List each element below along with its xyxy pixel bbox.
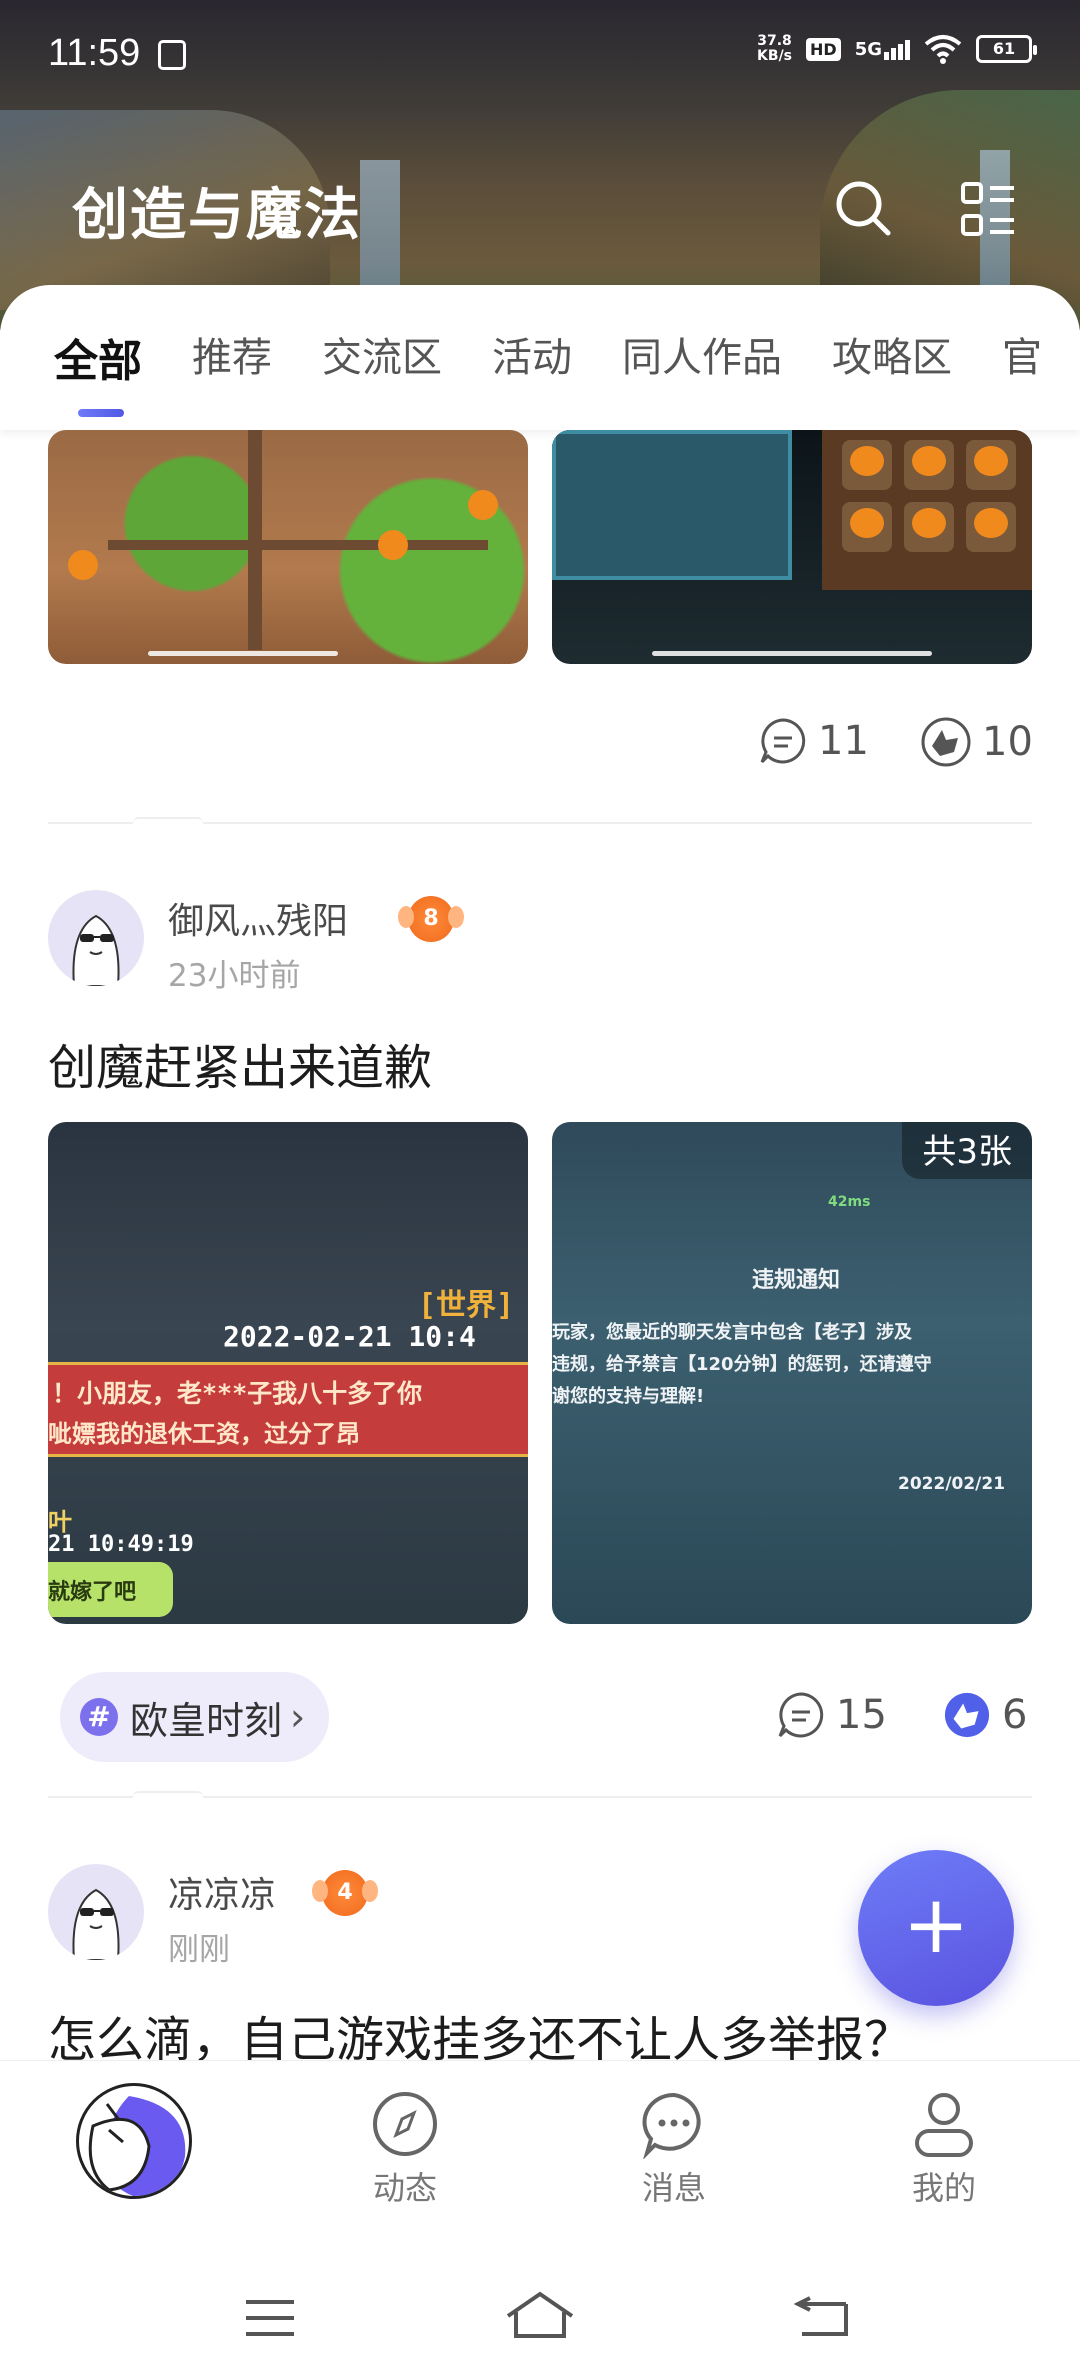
home-icon[interactable]	[504, 2290, 576, 2340]
post-divider	[48, 817, 1032, 829]
post-image[interactable]	[552, 430, 1032, 664]
tab-fan-works[interactable]: 同人作品	[622, 325, 782, 389]
world-tag: [世界]	[418, 1288, 515, 1323]
avatar-cartoon-icon	[72, 914, 120, 986]
status-bar: 11:59 37.8 KB/s HD 5G 61	[0, 0, 1080, 100]
like-icon	[944, 1692, 990, 1738]
search-icon[interactable]	[833, 178, 893, 238]
post-image[interactable]: 42ms 违规通知 玩家，您最近的聊天发言中包含【老子】涉及 违规，给予禁言【1…	[552, 1122, 1032, 1624]
tab-guides[interactable]: 攻略区	[832, 325, 952, 389]
chat-line: 呲嫖我的退休工资，过分了昂	[48, 1420, 360, 1448]
sim-notification-icon	[158, 40, 186, 70]
nav-messages[interactable]: 消息	[604, 2089, 744, 2209]
level-badge: 4	[312, 1870, 378, 1916]
image-scroll-indicator	[652, 651, 932, 656]
chat-bubble-text: 就嫁了吧	[48, 1580, 137, 1605]
create-post-button[interactable]: +	[858, 1850, 1014, 2006]
like-icon	[921, 717, 971, 767]
battery-icon: 61	[976, 35, 1037, 63]
chevron-right-icon: ›	[290, 1695, 306, 1739]
username[interactable]: 凉凉凉	[168, 1866, 276, 1918]
comment-count-value: 15	[836, 1692, 887, 1738]
wifi-icon	[924, 35, 962, 64]
topic-label: 欧皇时刻	[130, 1698, 283, 1743]
comment-count[interactable]: 11	[758, 716, 869, 766]
tab-events[interactable]: 活动	[492, 325, 572, 389]
app-screen: 11:59 37.8 KB/s HD 5G 61 创造与魔法 全部 推荐 交流区…	[0, 0, 1080, 2376]
nav-profile-label: 我的	[911, 2169, 976, 2207]
image-count-tag: 共3张	[902, 1122, 1032, 1179]
like-count[interactable]: 10	[920, 716, 1033, 768]
avatar-cartoon-icon	[72, 1888, 120, 1960]
nav-feed-label: 动态	[372, 2169, 437, 2207]
post-title[interactable]: 怎么滴，自己游戏挂多还不让人多举报？	[48, 2000, 912, 2060]
nav-messages-label: 消息	[641, 2169, 706, 2207]
like-count[interactable]: 6	[942, 1690, 1027, 1740]
recent-apps-icon[interactable]	[244, 2298, 296, 2338]
image-scroll-indicator	[148, 651, 338, 656]
level-badge: 8	[398, 896, 464, 942]
post-image[interactable]: [世界] 2022-02-21 10:4 ！小朋友，老***子我八十多了你 呲嫖…	[48, 1122, 528, 1624]
status-icons: 37.8 KB/s HD 5G 61	[757, 34, 1037, 64]
bg-waterfall	[360, 160, 400, 300]
tab-discussion[interactable]: 交流区	[322, 325, 442, 389]
ping-value: 42ms	[828, 1194, 871, 1210]
nav-feed[interactable]: 动态	[335, 2089, 475, 2209]
topic-tag[interactable]: # 欧皇时刻 ›	[60, 1672, 330, 1762]
comment-icon	[778, 1692, 824, 1738]
post-title[interactable]: 创魔赶紧出来道歉	[48, 1028, 432, 1098]
chat-bubble-icon	[642, 2092, 701, 2159]
chat-line: ！小朋友，老***子我八十多了你	[52, 1379, 423, 1408]
avatar[interactable]	[48, 1864, 144, 1960]
bottom-nav: 动态 消息 我的	[0, 2060, 1080, 2260]
notice-line: 谢您的支持与理解!	[552, 1386, 705, 1407]
notice-date: 2022/02/21	[898, 1474, 1006, 1494]
username[interactable]: 御风灬残阳	[168, 892, 348, 944]
notice-line: 玩家，您最近的聊天发言中包含【老子】涉及	[552, 1322, 912, 1343]
grid-list-icon[interactable]	[960, 180, 1016, 240]
signal-icon: 5G	[855, 39, 910, 60]
tab-all[interactable]: 全部	[54, 325, 142, 417]
avatar[interactable]	[48, 890, 144, 986]
page-title: 创造与魔法	[72, 183, 362, 248]
home-avatar[interactable]	[76, 2083, 192, 2199]
post-time: 刚刚	[168, 1932, 230, 1968]
tab-official[interactable]: 官	[1002, 325, 1042, 389]
tab-recommend[interactable]: 推荐	[192, 325, 272, 389]
comment-count-value: 11	[818, 718, 869, 764]
notice-title: 违规通知	[752, 1268, 841, 1293]
post-time: 23小时前	[168, 958, 301, 994]
post-divider	[48, 1791, 1032, 1803]
hashtag-icon: #	[80, 1698, 118, 1736]
comment-icon	[760, 718, 806, 764]
network-type: 5G	[854, 38, 882, 60]
like-count-value: 6	[1002, 1692, 1028, 1738]
post-feed[interactable]: 11 10 御风灬残阳 8 23小时前 创魔赶紧出来道歉 [世界] 2022-0…	[0, 430, 1080, 2060]
comment-count[interactable]: 15	[776, 1690, 887, 1740]
user-icon	[915, 2093, 973, 2157]
home-avatar-icon	[88, 2096, 186, 2196]
like-count-value: 10	[982, 719, 1033, 765]
net-speed-unit: KB/s	[757, 48, 793, 64]
chat-time: 21 10:49:19	[48, 1532, 194, 1557]
tab-row: 全部 推荐 交流区 活动 同人作品 攻略区 官	[54, 325, 1080, 417]
status-time: 11:59	[48, 32, 141, 74]
category-tabs: 全部 推荐 交流区 活动 同人作品 攻略区 官	[0, 285, 1080, 430]
hd-icon: HD	[806, 37, 841, 61]
system-nav-bar	[0, 2260, 1080, 2376]
chat-date: 2022-02-21 10:4	[223, 1320, 476, 1353]
net-speed: 37.8 KB/s	[757, 34, 792, 64]
back-icon[interactable]	[794, 2294, 850, 2338]
compass-icon	[373, 2092, 437, 2156]
post-image[interactable]	[48, 430, 528, 664]
net-speed-value: 37.8	[757, 33, 792, 49]
notice-line: 违规，给予禁言【120分钟】的惩罚，还请遵守	[552, 1354, 932, 1375]
nav-profile[interactable]: 我的	[874, 2089, 1014, 2209]
